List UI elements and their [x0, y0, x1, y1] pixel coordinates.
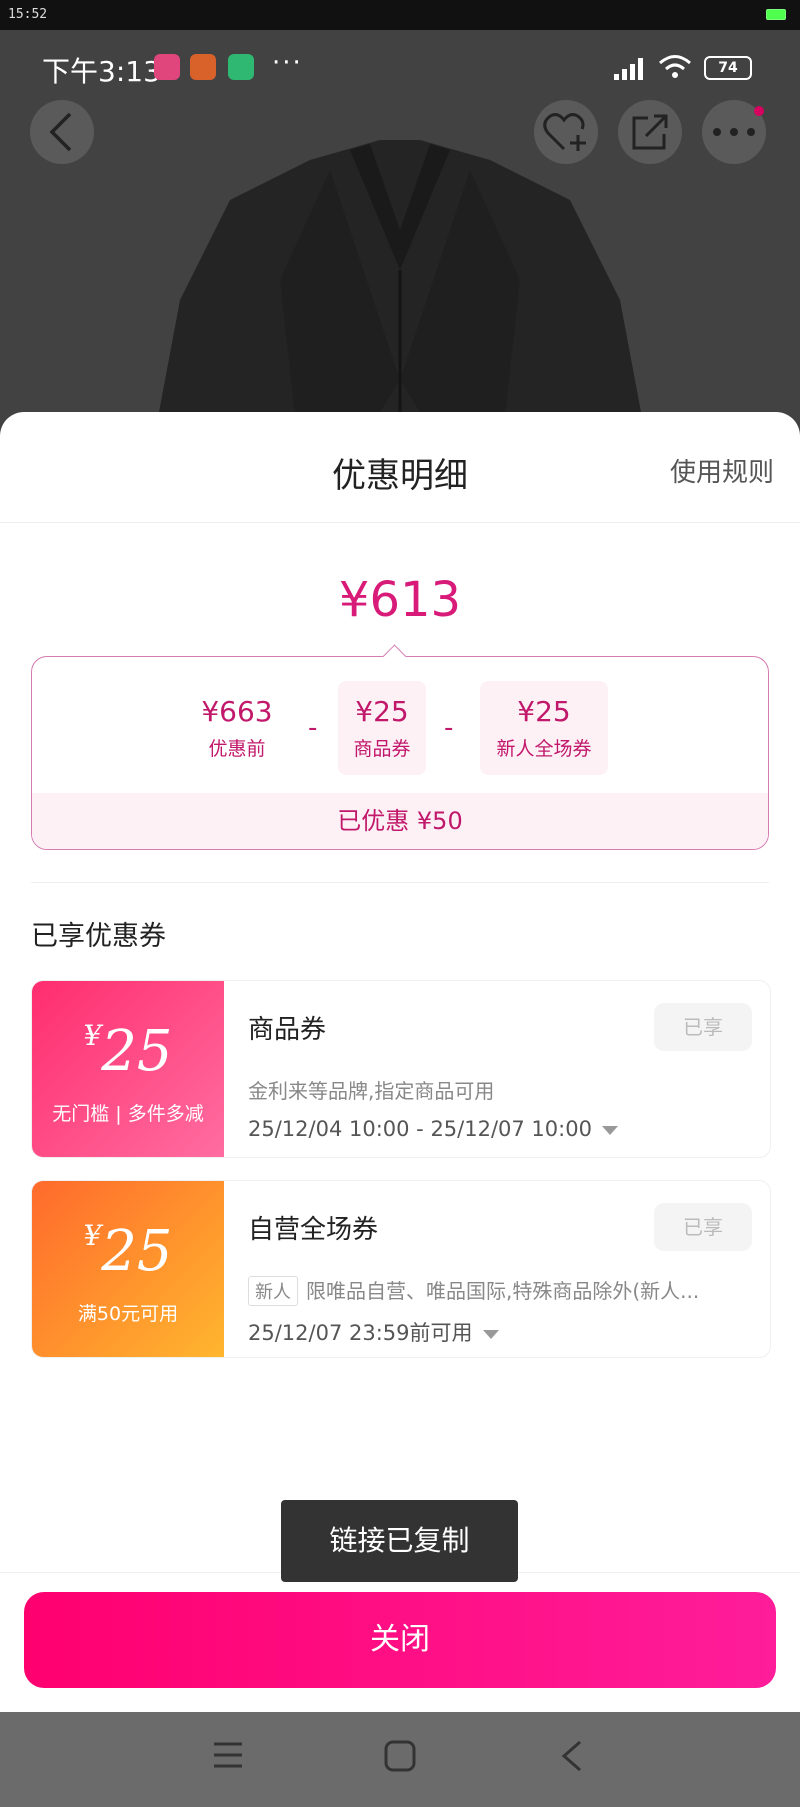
- toast-message: 链接已复制: [281, 1500, 518, 1582]
- favorite-button[interactable]: [534, 100, 598, 164]
- coupon-status-badge: 已享: [654, 1203, 752, 1251]
- system-battery-icon: [766, 9, 786, 20]
- amount-value: 25: [101, 1019, 173, 1084]
- coupon-amount-panel: ¥25 无门槛 | 多件多减: [32, 981, 224, 1157]
- signal-icon: [614, 58, 643, 80]
- coupon-amount: ¥25: [32, 1219, 224, 1284]
- minus-sign: -: [444, 713, 454, 743]
- phone-status-bar: 下午3:13 ··· 74: [0, 30, 800, 100]
- perforation-edge: [218, 981, 230, 1157]
- more-notifications-icon: ···: [272, 48, 303, 78]
- system-clock: 15:52: [8, 7, 48, 22]
- discount-detail-sheet: 优惠明细 使用规则 ¥613 ¥663 优惠前 - ¥25 商品券 - ¥25 …: [0, 412, 800, 1712]
- more-dots-icon: [713, 128, 755, 136]
- coupon-title: 商品券: [248, 1015, 327, 1045]
- navigation-bar: [0, 1712, 800, 1807]
- wifi-icon: [659, 55, 691, 78]
- coupon-title: 自营全场券: [248, 1215, 379, 1245]
- breakdown-product-coupon: ¥25 商品券: [338, 681, 426, 775]
- chevron-left-icon: [49, 112, 72, 152]
- header-divider: [0, 522, 800, 523]
- breakdown-label: 新人全场券: [496, 738, 592, 760]
- currency-symbol: ¥: [83, 1219, 102, 1252]
- coupon-card: ¥25 无门槛 | 多件多减 商品券 已享 金利来等品牌,指定商品可用 25/1…: [31, 980, 771, 1158]
- share-button[interactable]: [618, 100, 682, 164]
- back-button[interactable]: [30, 100, 94, 164]
- perforation-edge: [218, 1181, 230, 1357]
- close-button[interactable]: 关闭: [24, 1592, 776, 1688]
- new-user-tag: 新人: [248, 1276, 298, 1306]
- battery-icon: 74: [704, 56, 752, 80]
- coupon-amount: ¥25: [32, 1019, 224, 1084]
- expand-arrow-icon[interactable]: [601, 1125, 618, 1135]
- coupon-validity[interactable]: 25/12/07 23:59前可用: [248, 1317, 499, 1347]
- coupon-validity[interactable]: 25/12/04 10:00 - 25/12/07 10:00: [248, 1117, 618, 1141]
- amount-value: 25: [101, 1219, 173, 1284]
- section-divider: [31, 882, 769, 883]
- expand-arrow-icon[interactable]: [482, 1329, 499, 1339]
- heart-plus-icon: [543, 113, 586, 151]
- breakdown-value: ¥25: [355, 695, 409, 728]
- coupon-condition: 无门槛 | 多件多减: [52, 1103, 204, 1125]
- coupon-amount-panel: ¥25 满50元可用: [32, 1181, 224, 1357]
- final-price: ¥613: [338, 572, 462, 628]
- breakdown-label: 商品券: [353, 738, 411, 760]
- enjoyed-coupons-title: 已享优惠券: [31, 921, 166, 952]
- breakdown-label: 优惠前: [208, 738, 266, 760]
- home-icon[interactable]: [384, 1740, 416, 1772]
- phone-clock: 下午3:13: [42, 55, 161, 88]
- notification-dot: [754, 106, 764, 116]
- currency-symbol: ¥: [83, 1019, 102, 1052]
- usage-rules-link[interactable]: 使用规则: [670, 452, 774, 489]
- total-saved: 已优惠 ¥50: [32, 793, 768, 849]
- validity-text: 25/12/07 23:59前可用: [248, 1321, 473, 1345]
- coupon-description: 金利来等品牌,指定商品可用: [248, 1079, 495, 1103]
- security-app-icon: [228, 54, 254, 80]
- product-page-backdrop: 下午3:13 ··· 74: [0, 30, 800, 450]
- coupon-description-row: 新人 限唯品自营、唯品国际,特殊商品除外(新人...: [248, 1275, 699, 1306]
- breakdown-original-price: ¥663 优惠前: [182, 681, 292, 775]
- breakdown-value: ¥663: [201, 695, 273, 728]
- breakdown-value: ¥25: [517, 695, 571, 728]
- minus-sign: -: [308, 713, 318, 743]
- coupon-card: ¥25 满50元可用 自营全场券 已享 新人 限唯品自营、唯品国际,特殊商品除外(…: [31, 1180, 771, 1358]
- back-icon[interactable]: [560, 1740, 584, 1772]
- breakdown-newuser-coupon: ¥25 新人全场券: [480, 681, 608, 775]
- share-icon: [632, 114, 668, 150]
- coupon-condition: 满50元可用: [77, 1303, 179, 1325]
- menu-icon[interactable]: [212, 1740, 244, 1770]
- system-status-bar: 15:52: [0, 0, 800, 30]
- price-breakdown-box: ¥663 优惠前 - ¥25 商品券 - ¥25 新人全场券 已优惠 ¥50: [31, 656, 769, 850]
- app-notification-icon: [154, 54, 180, 80]
- coupon-status-badge: 已享: [654, 1003, 752, 1051]
- taobao-notification-icon: [190, 54, 216, 80]
- validity-text: 25/12/04 10:00 - 25/12/07 10:00: [248, 1117, 592, 1141]
- coupon-description: 限唯品自营、唯品国际,特殊商品除外(新人...: [306, 1279, 700, 1303]
